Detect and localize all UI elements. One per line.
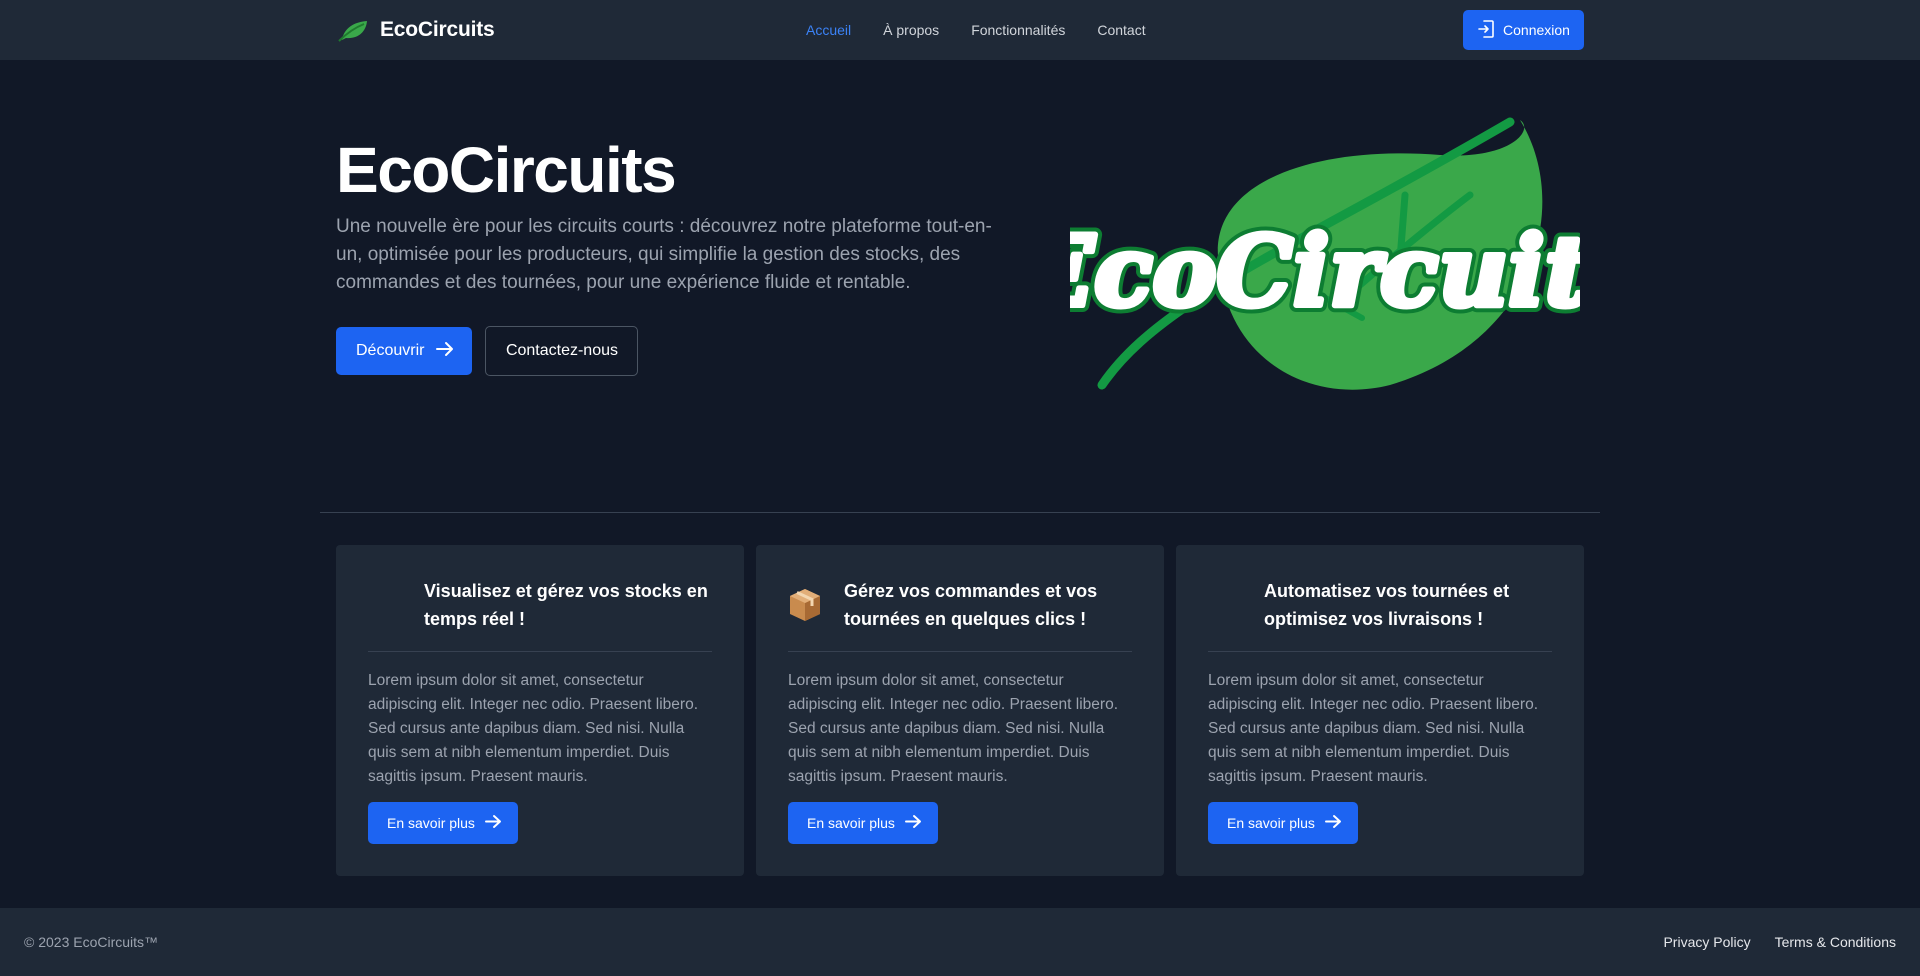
learn-more-button[interactable]: En savoir plus	[368, 802, 518, 844]
arrow-right-icon	[1324, 814, 1342, 832]
brand-link[interactable]: EcoCircuits	[336, 0, 495, 60]
hero-description: Une nouvelle ère pour les circuits court…	[336, 216, 992, 293]
card-separator	[788, 651, 1132, 652]
delivery-icon	[1208, 577, 1248, 633]
nav-link-accueil[interactable]: Accueil	[806, 22, 851, 38]
section-divider	[320, 512, 1600, 513]
card-text: Lorem ipsum dolor sit amet, consectetur …	[788, 672, 1119, 785]
feature-card-stocks: Visualisez et gérez vos stocks en temps …	[336, 545, 744, 876]
learn-more-label: En savoir plus	[1227, 815, 1315, 831]
discover-label: Découvrir	[356, 342, 425, 359]
navbar: EcoCircuits Accueil À propos Fonctionnal…	[0, 0, 1920, 60]
card-title: Visualisez et gérez vos stocks en temps …	[424, 581, 708, 629]
arrow-right-icon	[436, 341, 454, 362]
login-button[interactable]: Connexion	[1463, 10, 1584, 50]
login-label: Connexion	[1503, 22, 1570, 38]
copyright: © 2023 EcoCircuits™	[24, 934, 159, 950]
learn-more-label: En savoir plus	[807, 815, 895, 831]
discover-button[interactable]: Découvrir	[336, 327, 473, 375]
feature-card-orders: Gérez vos commandes et vos tournées en q…	[756, 545, 1164, 876]
arrow-right-icon	[484, 814, 502, 832]
svg-text:EcoCircuits: EcoCircuits	[1070, 215, 1580, 328]
contact-button[interactable]: Contactez-nous	[485, 326, 639, 376]
card-title: Automatisez vos tournées et optimisez vo…	[1264, 581, 1510, 629]
stock-icon	[368, 577, 408, 633]
login-icon	[1477, 19, 1495, 42]
nav-link-a-propos[interactable]: À propos	[883, 22, 939, 38]
card-text: Lorem ipsum dolor sit amet, consectetur …	[1208, 672, 1539, 785]
nav-links: Accueil À propos Fonctionnalités Contact	[806, 0, 1178, 60]
footer: © 2023 EcoCircuits™ Privacy Policy Terms…	[0, 908, 1920, 976]
nav-link-contact[interactable]: Contact	[1097, 22, 1145, 38]
card-title: Gérez vos commandes et vos tournées en q…	[844, 581, 1098, 629]
leaf-icon	[336, 18, 370, 42]
arrow-right-icon	[904, 814, 922, 832]
nav-link-fonctionnalites[interactable]: Fonctionnalités	[971, 22, 1065, 38]
brand-name: EcoCircuits	[380, 18, 495, 41]
package-icon	[788, 577, 828, 633]
hero-actions: Découvrir Contactez-nous	[336, 326, 639, 376]
terms-link[interactable]: Terms & Conditions	[1775, 934, 1896, 950]
card-separator	[368, 651, 712, 652]
card-separator	[1208, 651, 1552, 652]
hero-logo: EcoCircuits EcoCircuits EcoCircuits	[1011, 110, 1650, 400]
hero-title: EcoCircuits	[336, 134, 677, 206]
learn-more-button[interactable]: En savoir plus	[1208, 802, 1358, 844]
learn-more-button[interactable]: En savoir plus	[788, 802, 938, 844]
learn-more-label: En savoir plus	[387, 815, 475, 831]
card-text: Lorem ipsum dolor sit amet, consectetur …	[368, 672, 699, 785]
logo-wordmark: EcoCircuits EcoCircuits EcoCircuits	[1011, 208, 1650, 335]
privacy-policy-link[interactable]: Privacy Policy	[1663, 934, 1750, 950]
feature-card-delivery: Automatisez vos tournées et optimisez vo…	[1176, 545, 1584, 876]
footer-links: Privacy Policy Terms & Conditions	[1663, 934, 1896, 950]
feature-cards: Visualisez et gérez vos stocks en temps …	[336, 545, 1584, 876]
